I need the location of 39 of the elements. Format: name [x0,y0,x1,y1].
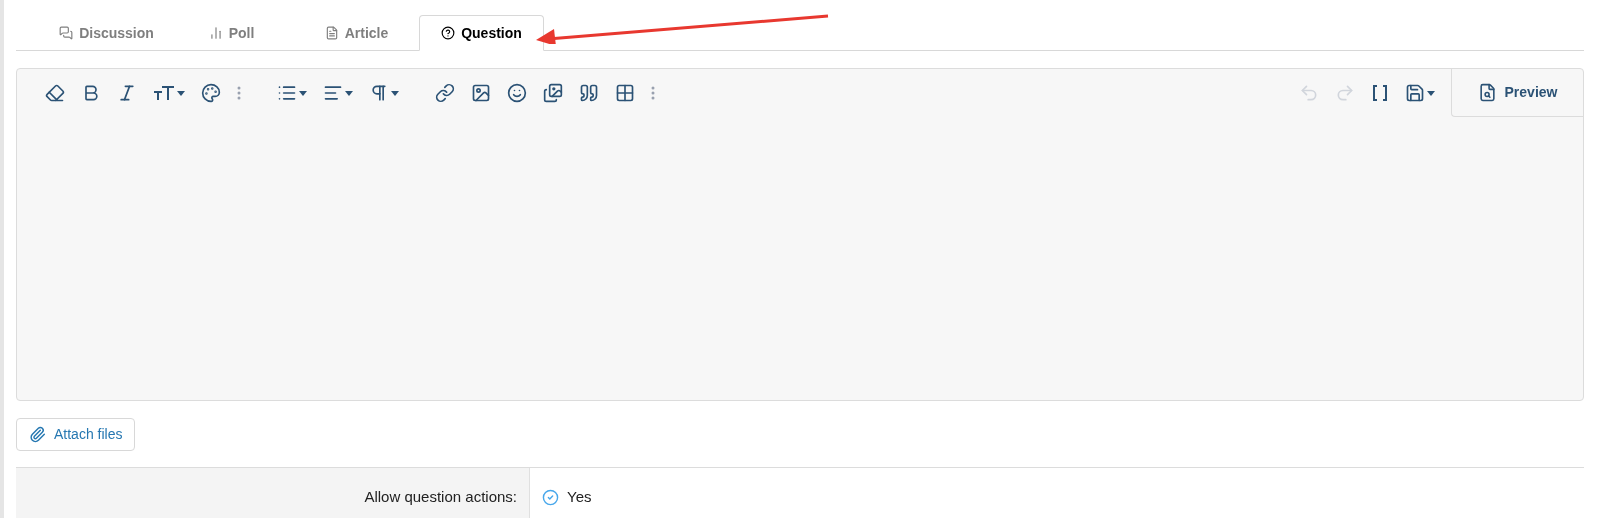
undo-icon [1299,83,1319,103]
tab[interactable]: Article [294,15,419,51]
tab[interactable]: Poll [169,15,294,51]
smiley-icon [507,83,527,103]
quote-icon [579,83,599,103]
save-icon [1405,83,1425,103]
speech-bubbles-icon [59,26,74,40]
checkbox[interactable]: Yes [542,486,592,509]
more-icon [651,86,655,100]
palette-icon [201,83,221,103]
caret-icon [391,90,399,96]
check-circle-icon [542,488,559,506]
image-icon [471,83,491,103]
field-label: Allow question actions: [364,487,517,507]
link-icon [435,83,455,103]
caret-icon [1427,90,1435,96]
attach-files-button[interactable]: Attach files [16,418,136,451]
images-icon [543,83,563,103]
question-circle-icon [441,26,456,40]
list-icon [277,83,297,103]
tab[interactable]: Discussion [44,15,169,51]
text-size-icon [153,84,175,102]
align-left-icon [323,83,343,103]
redo-icon [1335,83,1355,103]
more-icon [237,86,241,100]
italic-icon [117,83,137,103]
paperclip-icon [29,426,46,443]
bar-chart-icon [208,26,223,40]
caret-icon [177,90,185,96]
table-icon [615,83,635,103]
document-search-icon [1477,83,1497,102]
pilcrow-icon [369,83,389,103]
document-icon [324,26,339,40]
preview-button[interactable]: Preview [1451,69,1583,117]
eraser-icon [45,83,65,103]
caret-icon [299,90,307,96]
caret-icon [345,90,353,96]
tab[interactable]: Question [419,15,544,51]
brackets-icon [1371,84,1389,102]
